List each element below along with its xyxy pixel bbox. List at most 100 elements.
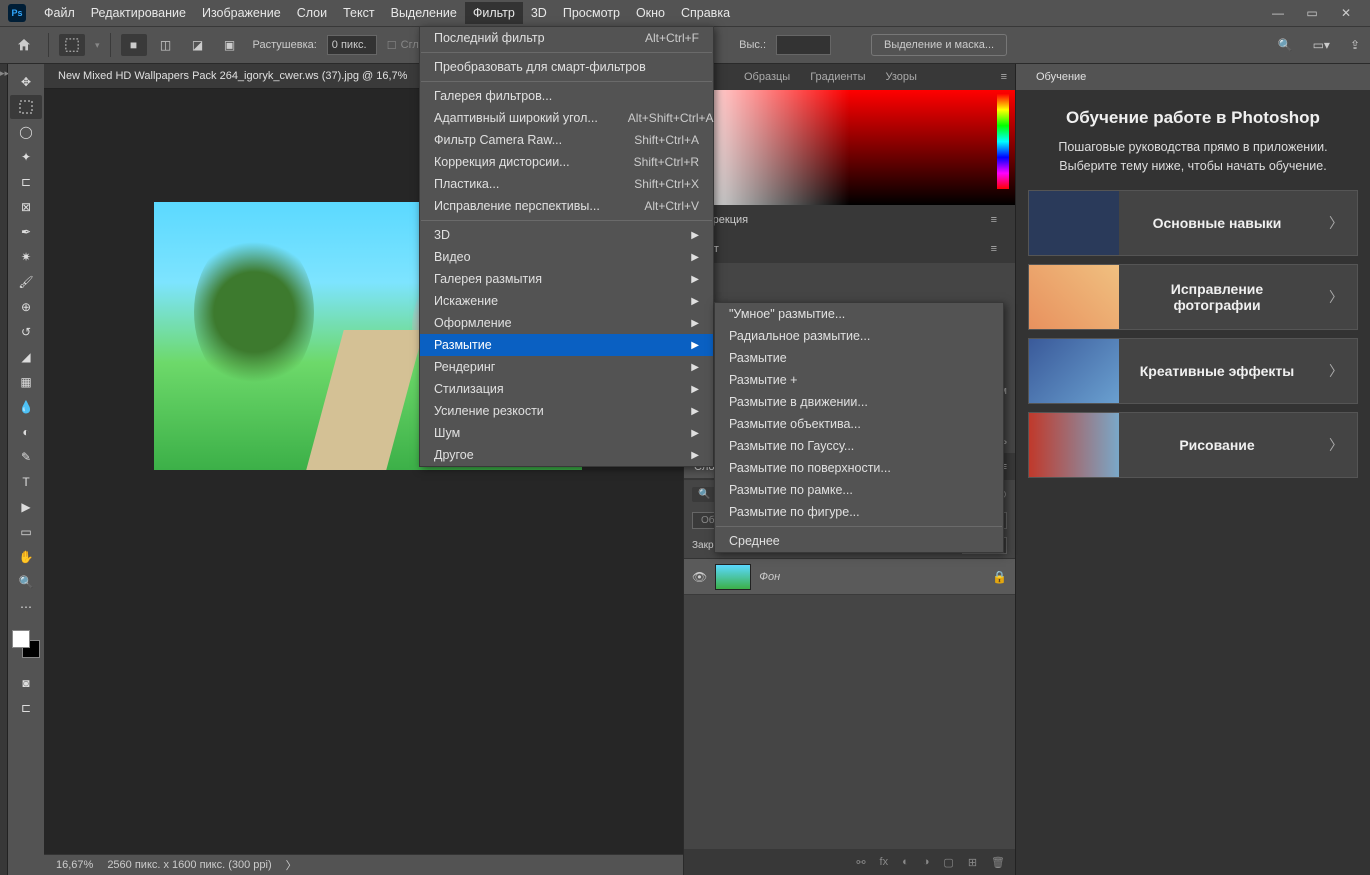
learn-tab[interactable]: Обучение: [1026, 66, 1096, 88]
panel-menu-icon[interactable]: ≡: [991, 243, 997, 255]
blur-motion[interactable]: Размытие в движении...: [715, 391, 1003, 413]
layer-fx-icon[interactable]: fx: [880, 856, 889, 868]
color-picker[interactable]: [684, 90, 1015, 205]
quickmask-tool[interactable]: ◙: [10, 671, 42, 695]
learn-card-effects[interactable]: Креативные эффекты〉: [1028, 338, 1358, 404]
menu-stylize[interactable]: Стилизация▶: [420, 378, 713, 400]
share-icon[interactable]: ⇪: [1350, 38, 1360, 52]
layer-mask-icon[interactable]: ◐: [902, 856, 909, 868]
blur-more[interactable]: Размытие +: [715, 369, 1003, 391]
height-input[interactable]: [776, 35, 831, 55]
shape-tool[interactable]: ▭: [10, 520, 42, 544]
menu-last-filter[interactable]: Последний фильтрAlt+Ctrl+F: [420, 27, 713, 49]
statusbar-arrow[interactable]: 〉: [286, 857, 297, 873]
menu-help[interactable]: Справка: [673, 2, 738, 24]
menu-view[interactable]: Просмотр: [555, 2, 628, 24]
type-tool[interactable]: T: [10, 470, 42, 494]
menu-edit[interactable]: Редактирование: [83, 2, 194, 24]
search-icon[interactable]: 🔍: [1278, 38, 1293, 52]
color-swatches[interactable]: [12, 630, 40, 658]
feather-input[interactable]: [327, 35, 377, 55]
lasso-tool[interactable]: ◯: [10, 120, 42, 144]
group-icon[interactable]: ▢: [943, 856, 953, 869]
stamp-tool[interactable]: ⊕: [10, 295, 42, 319]
menu-file[interactable]: Файл: [36, 2, 83, 24]
link-layers-icon[interactable]: ⚯: [856, 856, 865, 869]
hand-tool[interactable]: ✋: [10, 545, 42, 569]
marquee-tool-options[interactable]: [59, 34, 85, 56]
delete-layer-icon[interactable]: 🗑: [991, 856, 1005, 869]
dodge-tool[interactable]: ◐: [10, 420, 42, 444]
selection-add[interactable]: ◫: [153, 34, 179, 56]
menu-layer[interactable]: Слои: [289, 2, 335, 24]
eraser-tool[interactable]: ◢: [10, 345, 42, 369]
new-layer-icon[interactable]: ⊞: [968, 856, 977, 869]
menu-lens-correction[interactable]: Коррекция дисторсии...Shift+Ctrl+R: [420, 151, 713, 173]
healing-tool[interactable]: ✷: [10, 245, 42, 269]
blur-box[interactable]: Размытие по рамке...: [715, 479, 1003, 501]
adjustment-layer-icon[interactable]: ◑: [923, 856, 930, 868]
blur-surface[interactable]: Размытие по поверхности...: [715, 457, 1003, 479]
blur-blur[interactable]: Размытие: [715, 347, 1003, 369]
home-icon[interactable]: [10, 31, 38, 59]
menu-3d[interactable]: 3D: [523, 2, 555, 24]
layer-name[interactable]: Фон: [759, 571, 780, 583]
layer-row-background[interactable]: 👁 Фон 🔒: [684, 559, 1015, 595]
menu-convert-smart[interactable]: Преобразовать для смарт-фильтров: [420, 56, 713, 78]
menu-image[interactable]: Изображение: [194, 2, 289, 24]
gradients-tab[interactable]: Градиенты: [800, 66, 875, 88]
panel-menu-icon[interactable]: ≡: [991, 214, 997, 226]
menu-liquify[interactable]: Пластика...Shift+Ctrl+X: [420, 173, 713, 195]
eyedropper-tool[interactable]: ✒: [10, 220, 42, 244]
selection-new[interactable]: ■: [121, 34, 147, 56]
menu-video[interactable]: Видео▶: [420, 246, 713, 268]
blur-smart[interactable]: "Умное" размытие...: [715, 303, 1003, 325]
menu-camera-raw[interactable]: Фильтр Camera Raw...Shift+Ctrl+A: [420, 129, 713, 151]
screenmode-tool[interactable]: ⊏: [10, 696, 42, 720]
window-minimize[interactable]: —: [1270, 6, 1286, 20]
menu-render[interactable]: Рендеринг▶: [420, 356, 713, 378]
zoom-display[interactable]: 16,67%: [56, 859, 93, 871]
menu-blur[interactable]: Размытие▶: [420, 334, 713, 356]
selection-intersect[interactable]: ▣: [217, 34, 243, 56]
patterns-tab[interactable]: Узоры: [876, 66, 927, 88]
move-tool[interactable]: ✥: [10, 70, 42, 94]
blur-shape[interactable]: Размытие по фигуре...: [715, 501, 1003, 523]
menu-stylize-design[interactable]: Оформление▶: [420, 312, 713, 334]
menu-3d[interactable]: 3D▶: [420, 224, 713, 246]
learn-card-photo-fix[interactable]: Исправление фотографии〉: [1028, 264, 1358, 330]
swatches-tab[interactable]: Образцы: [734, 66, 800, 88]
selection-subtract[interactable]: ◪: [185, 34, 211, 56]
panel-menu-icon[interactable]: ≡: [1001, 71, 1007, 83]
menu-blur-gallery[interactable]: Галерея размытия▶: [420, 268, 713, 290]
quick-select-tool[interactable]: ✦: [10, 145, 42, 169]
learn-card-basics[interactable]: Основные навыки〉: [1028, 190, 1358, 256]
history-brush-tool[interactable]: ↺: [10, 320, 42, 344]
window-close[interactable]: ✕: [1338, 6, 1354, 20]
menu-adaptive-wide[interactable]: Адаптивный широкий угол...Alt+Shift+Ctrl…: [420, 107, 713, 129]
path-select-tool[interactable]: ▶: [10, 495, 42, 519]
menu-noise[interactable]: Шум▶: [420, 422, 713, 444]
menu-filter[interactable]: Фильтр: [465, 2, 523, 24]
blur-radial[interactable]: Радиальное размытие...: [715, 325, 1003, 347]
frame-tool[interactable]: ⊠: [10, 195, 42, 219]
blur-tool[interactable]: 💧: [10, 395, 42, 419]
brush-tool[interactable]: 🖌: [10, 270, 42, 294]
toolbox-more[interactable]: ⋯: [10, 595, 42, 619]
workspace-icon[interactable]: ▭▾: [1313, 38, 1330, 52]
marquee-tool[interactable]: [10, 95, 42, 119]
blur-gaussian[interactable]: Размытие по Гауссу...: [715, 435, 1003, 457]
menu-sharpen[interactable]: Усиление резкости▶: [420, 400, 713, 422]
zoom-tool[interactable]: 🔍: [10, 570, 42, 594]
menu-filter-gallery[interactable]: Галерея фильтров...: [420, 85, 713, 107]
gradient-tool[interactable]: ▦: [10, 370, 42, 394]
hue-strip[interactable]: [997, 94, 1009, 189]
menu-window[interactable]: Окно: [628, 2, 673, 24]
layer-thumbnail[interactable]: [715, 564, 751, 590]
blur-average[interactable]: Среднее: [715, 530, 1003, 552]
menu-vanishing[interactable]: Исправление перспективы...Alt+Ctrl+V: [420, 195, 713, 217]
learn-card-painting[interactable]: Рисование〉: [1028, 412, 1358, 478]
pen-tool[interactable]: ✎: [10, 445, 42, 469]
menu-other[interactable]: Другое▶: [420, 444, 713, 466]
menu-select[interactable]: Выделение: [383, 2, 465, 24]
